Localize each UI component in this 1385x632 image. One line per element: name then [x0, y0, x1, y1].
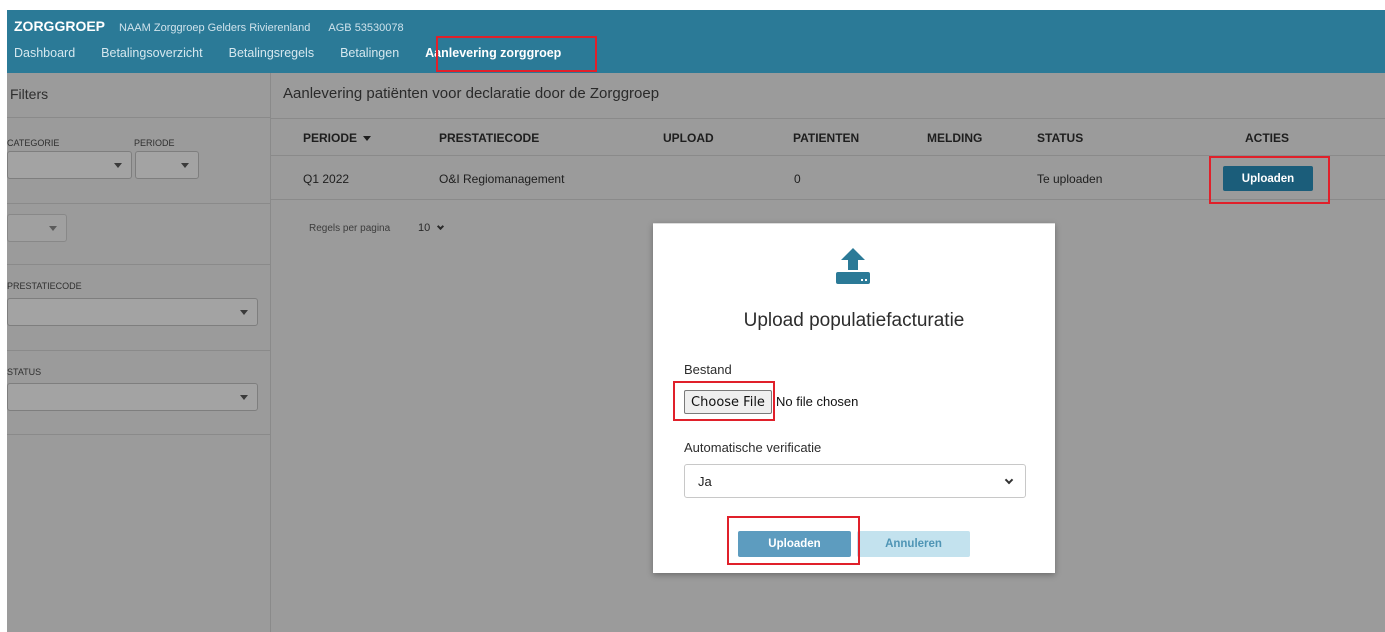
- cancel-button[interactable]: Annuleren: [857, 531, 970, 557]
- col-melding: MELDING: [927, 131, 983, 145]
- agb-label: AGB: [328, 22, 352, 34]
- nav-betalingsregels[interactable]: Betalingsregels: [229, 46, 314, 60]
- rows-per-page-select[interactable]: 10: [418, 222, 445, 234]
- table-row: Q1 2022 O&I Regiomanagement 0 Te uploade…: [271, 156, 1385, 200]
- prestatiecode-label: PRESTATIECODE: [7, 281, 82, 291]
- pager-label: Regels per pagina: [309, 223, 391, 234]
- filters-title: Filters: [7, 73, 270, 118]
- cell-prestatiecode: O&I Regiomanagement: [439, 172, 565, 186]
- sort-down-icon: [363, 136, 372, 142]
- status-section: STATUS: [7, 351, 271, 435]
- file-status: No file chosen: [776, 394, 859, 409]
- periode-select[interactable]: [135, 151, 199, 179]
- upload-modal: Upload populatiefacturatie Bestand Choos…: [653, 223, 1055, 573]
- col-status: STATUS: [1037, 131, 1084, 145]
- naam-info: NAAM Zorggroep Gelders Rivierenland: [119, 22, 310, 34]
- brand-title: ZORGGROEP: [14, 18, 106, 34]
- chevron-down-icon: [49, 226, 57, 231]
- chevron-down-icon: [240, 310, 248, 315]
- extra-filter-section: [7, 204, 271, 265]
- naam-value: Zorggroep Gelders Rivierenland: [153, 22, 311, 34]
- categorie-label: CATEGORIE: [7, 138, 60, 148]
- prestatiecode-section: PRESTATIECODE: [7, 265, 271, 351]
- choose-file-button[interactable]: Choose File: [684, 390, 772, 414]
- upload-icon: [836, 248, 870, 284]
- file-label: Bestand: [684, 362, 732, 377]
- table-header: PERIODE PRESTATIECODE UPLOAD PATIENTEN M…: [271, 118, 1385, 156]
- prestatiecode-select[interactable]: [7, 298, 258, 326]
- submit-upload-button[interactable]: Uploaden: [738, 531, 851, 557]
- nav-dashboard[interactable]: Dashboard: [14, 46, 75, 60]
- rows-per-page-value: 10: [418, 222, 431, 234]
- main-nav: Dashboard Betalingsoverzicht Betalingsre…: [14, 46, 587, 60]
- col-periode-label: PERIODE: [303, 131, 358, 145]
- cell-patienten: 0: [794, 172, 801, 186]
- nav-betalingen[interactable]: Betalingen: [340, 46, 399, 60]
- col-prestatiecode: PRESTATIECODE: [439, 131, 540, 145]
- chevron-down-icon: [114, 163, 122, 168]
- categorie-periode-section: CATEGORIE PERIODE: [7, 118, 271, 204]
- chevron-down-icon: [181, 163, 189, 168]
- col-patienten: PATIENTEN: [793, 131, 860, 145]
- verify-value: Ja: [698, 474, 712, 489]
- brand-row: ZORGGROEP NAAM Zorggroep Gelders Riviere…: [14, 18, 422, 34]
- row-upload-button[interactable]: Uploaden: [1223, 166, 1313, 191]
- top-header: ZORGGROEP NAAM Zorggroep Gelders Riviere…: [7, 10, 1385, 73]
- cell-status: Te uploaden: [1037, 172, 1103, 186]
- col-acties: ACTIES: [1245, 131, 1290, 145]
- page-title: Aanlevering patiënten voor declaratie do…: [283, 85, 660, 102]
- col-periode[interactable]: PERIODE: [303, 131, 372, 145]
- cell-periode: Q1 2022: [303, 172, 350, 186]
- chevron-down-icon: [437, 222, 445, 231]
- col-upload: UPLOAD: [663, 131, 714, 145]
- verify-select[interactable]: Ja: [684, 464, 1026, 498]
- filters-sidebar: Filters CATEGORIE PERIODE PRESTATIECODE …: [7, 73, 271, 632]
- periode-label: PERIODE: [134, 138, 175, 148]
- status-select[interactable]: [7, 383, 258, 411]
- app: ZORGGROEP NAAM Zorggroep Gelders Riviere…: [0, 0, 1385, 632]
- modal-title: Upload populatiefacturatie: [743, 310, 965, 331]
- nav-betalingsoverzicht[interactable]: Betalingsoverzicht: [101, 46, 202, 60]
- verify-label: Automatische verificatie: [684, 440, 822, 455]
- chevron-down-icon: [240, 395, 248, 400]
- naam-label: NAAM: [119, 22, 151, 34]
- agb-value: 53530078: [354, 22, 404, 34]
- extra-select[interactable]: [7, 214, 67, 242]
- status-label: STATUS: [7, 367, 42, 377]
- agb-info: AGB 53530078: [328, 22, 403, 34]
- categorie-select[interactable]: [7, 151, 132, 179]
- chevron-down-icon: [1004, 475, 1014, 485]
- nav-aanlevering-zorggroep[interactable]: Aanlevering zorggroep: [425, 46, 561, 60]
